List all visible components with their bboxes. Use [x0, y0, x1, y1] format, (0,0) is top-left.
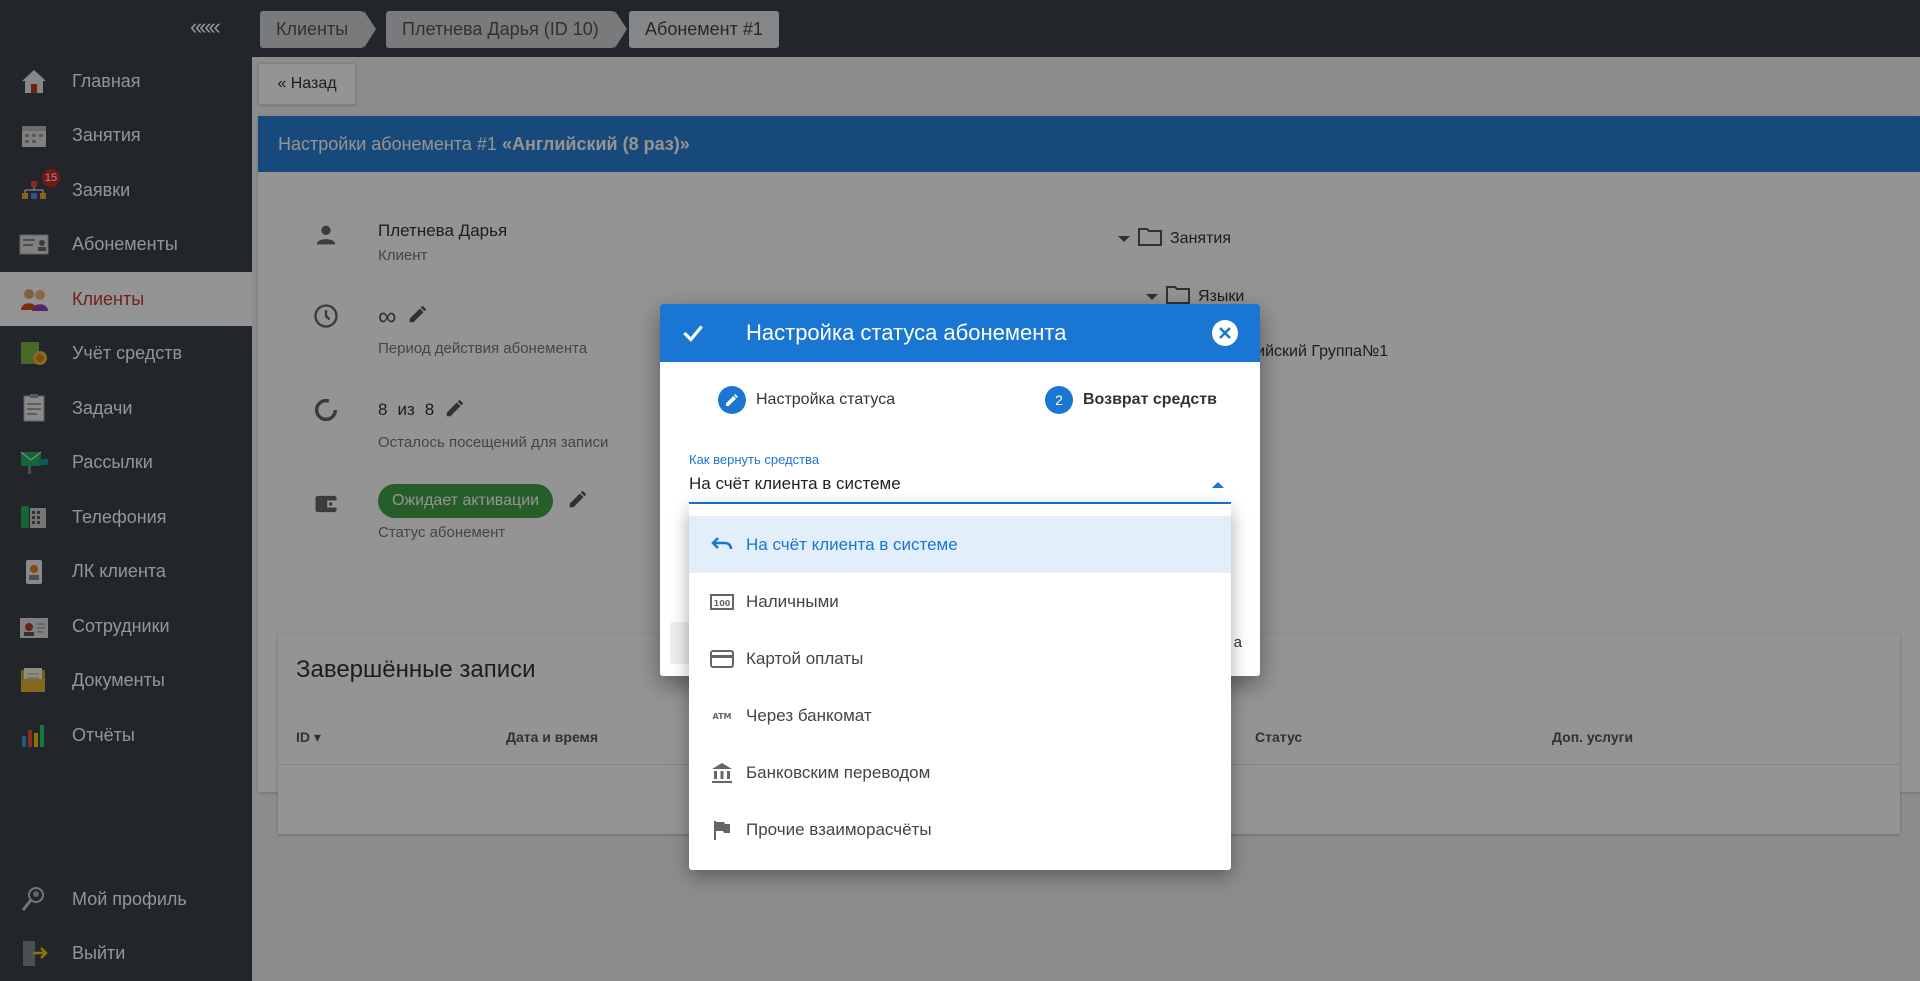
svg-text:ATM: ATM [713, 712, 732, 721]
chevron-up-icon[interactable] [1212, 482, 1224, 488]
svg-text:100: 100 [714, 599, 731, 608]
refund-method-menu: На счёт клиента в системе 100 Наличными … [689, 504, 1231, 870]
step-number: 2 [1045, 386, 1073, 414]
flag-icon [709, 817, 735, 843]
cash-icon: 100 [709, 589, 735, 615]
menu-item-cash[interactable]: 100 Наличными [689, 573, 1231, 630]
dialog-title: Настройка статуса абонемента [746, 320, 1067, 345]
step-status-settings[interactable]: Настройка статуса [718, 386, 895, 414]
modal-backdrop[interactable] [252, 0, 1920, 57]
undo-icon [709, 532, 735, 558]
pencil-icon [718, 386, 746, 414]
step-label: Настройка статуса [756, 391, 896, 408]
menu-item-card[interactable]: Картой оплаты [689, 630, 1231, 687]
menu-item-label: Прочие взаиморасчёты [746, 819, 932, 839]
credit-card-icon [709, 646, 735, 672]
menu-item-label: Наличными [746, 591, 839, 611]
menu-item-label: Картой оплаты [746, 648, 864, 668]
check-icon[interactable] [680, 320, 706, 351]
close-icon[interactable] [1212, 320, 1238, 346]
step-label: Возврат средств [1083, 391, 1217, 408]
refund-method-label: Как вернуть средства [689, 452, 820, 467]
dialog-header: Настройка статуса абонемента [660, 304, 1260, 362]
menu-item-label: Банковским переводом [746, 762, 931, 782]
menu-item-client-account[interactable]: На счёт клиента в системе [689, 516, 1231, 573]
refund-method-select[interactable]: На счёт клиента в системе [689, 474, 901, 494]
atm-icon: ATM [709, 703, 735, 729]
menu-item-bank-transfer[interactable]: Банковским переводом [689, 744, 1231, 801]
modal-backdrop[interactable] [0, 0, 252, 981]
menu-item-label: На счёт клиента в системе [746, 534, 958, 554]
step-refund[interactable]: 2 Возврат средств [1045, 386, 1217, 414]
menu-item-label: Через банкомат [746, 705, 872, 725]
menu-item-atm[interactable]: ATM Через банкомат [689, 687, 1231, 744]
bank-icon [709, 760, 735, 786]
confirm-button[interactable]: а [1234, 634, 1242, 651]
menu-item-other[interactable]: Прочие взаиморасчёты [689, 801, 1231, 858]
